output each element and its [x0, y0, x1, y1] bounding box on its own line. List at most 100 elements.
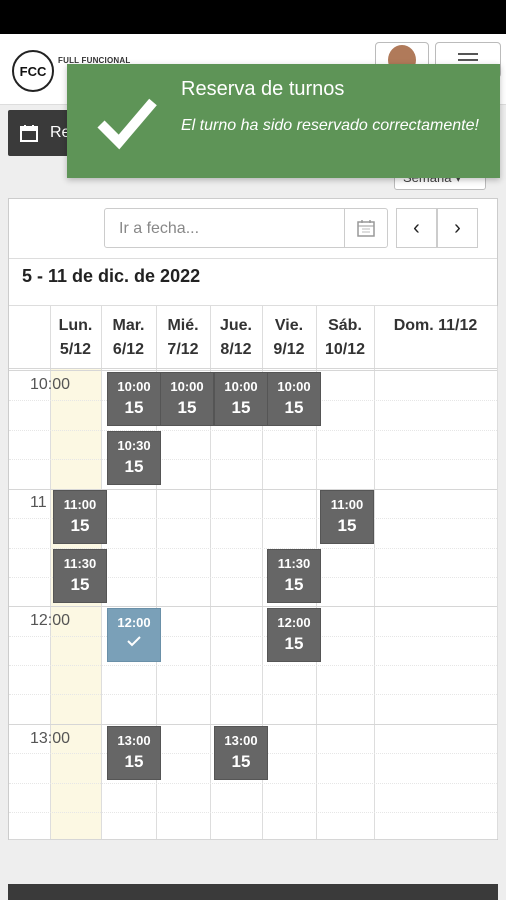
- slot-time: 10:00: [277, 379, 311, 394]
- toast-message: El turno ha sido reservado correctamente…: [181, 117, 479, 134]
- time-label: 13:00: [30, 730, 71, 747]
- slot-time: 13:00: [224, 733, 258, 748]
- grid-hline: [9, 665, 497, 667]
- status-bar: [0, 0, 506, 34]
- day-name: Dom. 11/12: [393, 317, 478, 334]
- day-name: Mié.: [167, 317, 199, 334]
- time-label: 12:00: [30, 612, 71, 629]
- slot-capacity: 15: [177, 398, 197, 417]
- success-toast[interactable]: Reserva de turnos El turno ha sido reser…: [67, 64, 500, 178]
- grid-hline: [9, 694, 497, 696]
- next-week-button[interactable]: ›: [437, 208, 478, 248]
- day-header: Jue. 8/12: [210, 310, 262, 366]
- slot-capacity: 15: [284, 634, 304, 653]
- day-name: Jue.: [219, 317, 252, 334]
- grid-hline: [9, 839, 497, 840]
- time-slot[interactable]: 10:00 15: [267, 372, 321, 426]
- grid-hline: [9, 606, 497, 607]
- slot-time: 13:00: [117, 733, 151, 748]
- day-date: 9/12: [273, 341, 305, 358]
- day-header: Lun. 5/12: [50, 310, 101, 366]
- slot-capacity: 15: [284, 398, 304, 417]
- slot-time: 10:00: [224, 379, 258, 394]
- slot-time: 11:00: [63, 497, 97, 512]
- time-slot[interactable]: 11:00 15: [320, 490, 374, 544]
- slot-capacity: 15: [70, 516, 90, 535]
- slot-capacity: 15: [231, 752, 251, 771]
- time-label: 11: [30, 494, 47, 511]
- grid-hline: [9, 459, 497, 461]
- grid-hline: [9, 783, 497, 785]
- slot-time: 10:00: [170, 379, 204, 394]
- slot-time: 10:30: [117, 438, 151, 453]
- slot-capacity: 15: [231, 398, 251, 417]
- hamburger-icon-bar: [458, 59, 478, 61]
- day-name: Vie.: [274, 317, 304, 334]
- slot-capacity: 15: [284, 575, 304, 594]
- goto-date-input[interactable]: [105, 209, 361, 249]
- prev-week-button[interactable]: ‹: [396, 208, 437, 248]
- grid-hline: [9, 430, 497, 432]
- day-date: 8/12: [220, 341, 252, 358]
- day-header: Sáb. 10/12: [316, 310, 374, 366]
- day-date: 6/12: [112, 341, 145, 358]
- time-slot[interactable]: 12:00 15: [267, 608, 321, 662]
- time-slot[interactable]: 10:00 15: [160, 372, 214, 426]
- logo-text: FCC: [19, 63, 47, 79]
- day-header: Vie. 9/12: [262, 310, 316, 366]
- day-name: Mar.: [112, 317, 145, 334]
- slot-time: 11:00: [330, 497, 364, 512]
- calendar-button[interactable]: [344, 209, 387, 247]
- time-slot[interactable]: 11:00 15: [53, 490, 107, 544]
- club-logo[interactable]: FCC: [12, 50, 54, 92]
- time-slot[interactable]: 13:00 15: [214, 726, 268, 780]
- time-slot[interactable]: 11:30 15: [53, 549, 107, 603]
- time-slot[interactable]: 10:30 15: [107, 431, 161, 485]
- time-slot[interactable]: 10:00 15: [107, 372, 161, 426]
- grid-hline: [9, 370, 497, 371]
- time-label: 10:00: [30, 376, 71, 393]
- divider: [9, 305, 497, 306]
- grid-hline: [9, 724, 497, 725]
- day-date: 10/12: [324, 341, 366, 358]
- footer-bar: [8, 884, 498, 900]
- booked-slot[interactable]: 12:00: [107, 608, 161, 662]
- check-icon: [108, 634, 160, 652]
- grid-hline: [9, 812, 497, 814]
- hamburger-icon: [458, 53, 478, 55]
- slot-capacity: 15: [124, 457, 144, 476]
- time-slot[interactable]: 13:00 15: [107, 726, 161, 780]
- slot-time: 12:00: [277, 615, 311, 630]
- slot-capacity: 15: [124, 752, 144, 771]
- day-name: Sáb.: [328, 317, 362, 334]
- grid-hline: [9, 368, 497, 369]
- day-header: Mar. 6/12: [101, 310, 156, 366]
- day-date: 7/12: [167, 341, 199, 358]
- calendar-icon: [20, 125, 38, 142]
- week-range-title: 5 - 11 de dic. de 2022: [22, 266, 201, 286]
- today-column: [50, 368, 101, 839]
- chevron-left-icon: ‹: [413, 216, 420, 239]
- day-name: Lun.: [58, 317, 93, 334]
- time-slot[interactable]: 10:00 15: [214, 372, 268, 426]
- grid-vline: [374, 306, 375, 839]
- slot-time: 10:00: [117, 379, 151, 394]
- day-header: Mié. 7/12: [156, 310, 210, 366]
- slot-capacity: 15: [337, 516, 357, 535]
- slot-capacity: 15: [70, 575, 90, 594]
- slot-time: 11:30: [63, 556, 97, 571]
- time-slot[interactable]: 11:30 15: [267, 549, 321, 603]
- checkmark-icon: [97, 98, 157, 150]
- grid-hline: [9, 636, 497, 638]
- grid-vline: [497, 306, 498, 839]
- toast-title: Reserva de turnos: [181, 78, 345, 100]
- slot-capacity: 15: [124, 398, 144, 417]
- date-picker[interactable]: [104, 208, 388, 249]
- chevron-right-icon: ›: [454, 216, 461, 239]
- day-header: Dom. 11/12: [374, 310, 497, 366]
- divider: [9, 258, 497, 259]
- slot-time: 11:30: [277, 556, 311, 571]
- slot-time: 12:00: [117, 615, 151, 630]
- calendar-icon: [357, 220, 375, 237]
- day-date: 5/12: [59, 341, 92, 358]
